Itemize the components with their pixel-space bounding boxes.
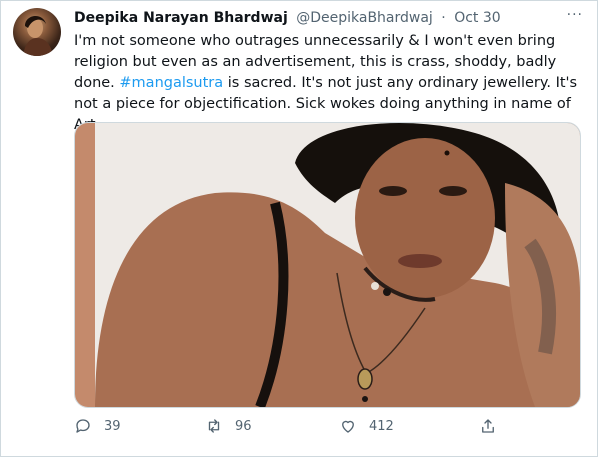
share-icon <box>479 417 497 435</box>
like-icon <box>339 417 357 435</box>
author-name[interactable]: Deepika Narayan Bhardwaj <box>74 10 288 26</box>
reply-button[interactable]: 39 <box>74 417 121 435</box>
retweet-button[interactable]: 96 <box>205 417 252 435</box>
hashtag-link[interactable]: #mangalsutra <box>119 75 223 91</box>
reply-count: 39 <box>104 418 121 434</box>
tweet-date[interactable]: Oct 30 <box>454 10 500 26</box>
author-handle[interactable]: @DeepikaBhardwaj <box>296 10 433 26</box>
like-count: 412 <box>369 418 394 434</box>
tweet-image[interactable] <box>74 122 581 408</box>
tweet-actions: 39 96 412 <box>74 417 524 439</box>
tweet-header: Deepika Narayan Bhardwaj @DeepikaBhardwa… <box>74 9 573 27</box>
dot-separator: · <box>441 10 446 26</box>
more-icon[interactable]: ··· <box>567 7 583 23</box>
tweet-text: I'm not someone who outrages unnecessari… <box>74 31 584 136</box>
tweet-card[interactable]: Deepika Narayan Bhardwaj @DeepikaBhardwa… <box>0 0 598 457</box>
share-button[interactable] <box>479 417 509 435</box>
photo-illustration <box>75 123 580 407</box>
reply-icon <box>74 417 92 435</box>
like-button[interactable]: 412 <box>339 417 394 435</box>
retweet-count: 96 <box>235 418 252 434</box>
avatar[interactable] <box>13 8 61 56</box>
retweet-icon <box>205 417 223 435</box>
